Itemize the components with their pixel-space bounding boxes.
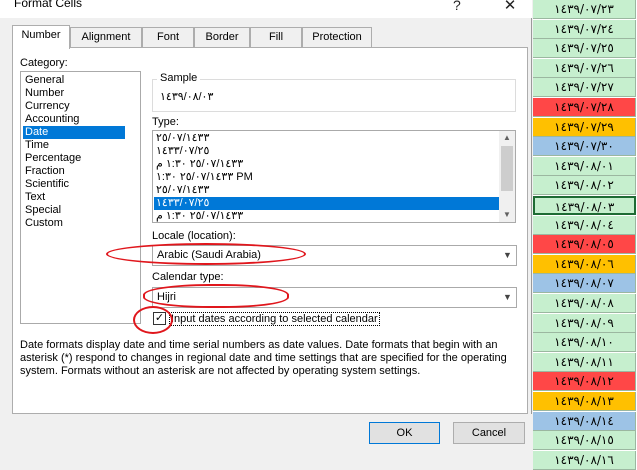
scroll-down-icon[interactable]: ▼ bbox=[499, 208, 515, 222]
category-list[interactable]: General Number Currency Accounting Date Time P… bbox=[20, 71, 141, 324]
scroll-up-icon[interactable]: ▲ bbox=[499, 131, 515, 145]
sheet-cell[interactable]: ١٤٣٩/٠٨/١٦ bbox=[533, 450, 636, 470]
dialog-title: Format Cells bbox=[14, 0, 83, 10]
tab-protection[interactable]: Protection bbox=[302, 27, 372, 48]
help-button[interactable]: ? bbox=[453, 0, 461, 13]
sheet-cell[interactable]: ١٤٣٩/٠٧/٢٦ bbox=[533, 58, 636, 78]
sheet-cell[interactable]: ١٤٣٩/٠٨/٠٧ bbox=[533, 274, 636, 294]
tab-border[interactable]: Border bbox=[194, 27, 250, 48]
sheet-cell[interactable]: ١٤٣٩/٠٧/٢٧ bbox=[533, 78, 636, 98]
category-item[interactable]: Percentage bbox=[23, 152, 125, 165]
locale-value: Arabic (Saudi Arabia) bbox=[157, 249, 261, 261]
sheet-cell[interactable]: ١٤٣٩/٠٨/٠٢ bbox=[533, 176, 636, 196]
calendar-type-select[interactable]: Hijri ▼ bbox=[152, 287, 517, 308]
type-scrollbar[interactable]: ▲ ▼ bbox=[499, 131, 515, 222]
title-bar: Format Cells ? ✕ bbox=[0, 0, 532, 18]
sheet-cell[interactable]: ١٤٣٩/٠٨/١٤ bbox=[533, 411, 636, 431]
sheet-cell[interactable]: ١٤٣٩/٠٨/٠٥ bbox=[533, 235, 636, 255]
category-label: Category: bbox=[20, 57, 68, 69]
ok-button[interactable]: OK bbox=[369, 422, 440, 444]
calendar-type-label: Calendar type: bbox=[152, 271, 224, 283]
tab-alignment[interactable]: Alignment bbox=[70, 27, 142, 48]
category-item[interactable]: General bbox=[23, 74, 125, 87]
category-item[interactable]: Special bbox=[23, 204, 125, 217]
tab-font[interactable]: Font bbox=[142, 27, 194, 48]
sheet-cell[interactable]: ١٤٣٩/٠٨/٠٦ bbox=[533, 254, 636, 274]
category-item[interactable]: Accounting bbox=[23, 113, 125, 126]
category-item[interactable]: Custom bbox=[23, 217, 125, 230]
sheet-cell[interactable]: ١٤٣٩/٠٨/١٠ bbox=[533, 333, 636, 353]
sheet-cell[interactable]: ١٤٣٩/٠٨/٠٨ bbox=[533, 294, 636, 313]
sheet-cell[interactable]: ١٤٣٩/٠٨/١١ bbox=[533, 352, 636, 372]
sheet-cell[interactable]: ١٤٣٩/٠٨/١٣ bbox=[533, 392, 636, 411]
sheet-cell[interactable]: ١٤٣٩/٠٨/٠١ bbox=[533, 156, 636, 176]
locale-select[interactable]: Arabic (Saudi Arabia) ▼ bbox=[152, 245, 517, 266]
input-dates-label[interactable]: Input dates according to selected calend… bbox=[169, 312, 380, 326]
format-description: Date formats display date and time seria… bbox=[20, 339, 507, 377]
chevron-down-icon[interactable]: ▼ bbox=[498, 288, 516, 307]
calendar-type-value: Hijri bbox=[157, 291, 176, 303]
sheet-cell[interactable]: ١٤٣٩/٠٨/٠٣ bbox=[533, 196, 636, 215]
scroll-thumb[interactable] bbox=[501, 146, 513, 191]
category-item[interactable]: Time bbox=[23, 139, 125, 152]
sheet-cell[interactable]: ١٤٣٩/٠٧/٢٤ bbox=[533, 19, 636, 39]
category-item[interactable]: Text bbox=[23, 191, 125, 204]
tab-fill[interactable]: Fill bbox=[250, 27, 302, 48]
type-item[interactable]: ١٤٣٣/٠٧/٢٥ bbox=[154, 197, 499, 210]
close-button[interactable]: ✕ bbox=[490, 0, 530, 16]
sheet-cell[interactable]: ١٤٣٩/٠٧/٢٩ bbox=[533, 117, 636, 137]
sample-value: ١٤٣٩/٠٨/٠٣ bbox=[160, 91, 214, 103]
category-item[interactable]: Number bbox=[23, 87, 125, 100]
type-item[interactable]: ١٤٣٣/٠٧/٢٥ bbox=[154, 145, 499, 158]
sheet-cell[interactable]: ١٤٣٩/٠٧/٢٨ bbox=[533, 98, 636, 117]
type-list[interactable]: ٢٥/٠٧/١٤٣٣ ١٤٣٣/٠٧/٢٥ ٢٥/٠٧/١٤٣٣ ١:٣٠ م ٢٥/… bbox=[152, 130, 516, 223]
sheet-cell[interactable]: ١٤٣٩/٠٧/٢٣ bbox=[533, 0, 636, 19]
sheet-cell[interactable]: ١٤٣٩/٠٧/٢٥ bbox=[533, 39, 636, 59]
spreadsheet-column: ١٤٣٩/٠٧/٢٣ ١٤٣٩/٠٧/٢٤ ١٤٣٩/٠٧/٢٥ ١٤٣٩/٠٧/٢٦… bbox=[533, 0, 637, 470]
sheet-cell[interactable]: ١٤٣٩/٠٨/١٥ bbox=[533, 431, 636, 451]
locale-label: Locale (location): bbox=[152, 230, 236, 242]
sheet-cell[interactable]: ١٤٣٩/٠٨/٠٤ bbox=[533, 215, 636, 235]
sheet-cell[interactable]: ١٤٣٩/٠٨/١٢ bbox=[533, 372, 636, 392]
sample-label: Sample bbox=[157, 72, 201, 84]
type-item[interactable]: ٢٥/٠٧/١٤٣٣ bbox=[154, 184, 499, 197]
cancel-button[interactable]: Cancel bbox=[453, 422, 525, 444]
category-item[interactable]: Currency bbox=[23, 100, 125, 113]
format-cells-dialog: Format Cells ? ✕ Number Alignment Font B… bbox=[0, 0, 532, 470]
category-item[interactable]: Fraction bbox=[23, 165, 125, 178]
chevron-down-icon[interactable]: ▼ bbox=[498, 246, 516, 265]
type-label: Type: bbox=[152, 116, 179, 128]
sheet-cell[interactable]: ١٤٣٩/٠٧/٣٠ bbox=[533, 137, 636, 157]
input-dates-checkbox[interactable]: ✓ bbox=[153, 312, 166, 325]
type-item[interactable]: ٢٥/٠٧/١٤٣٣ ١:٣٠ م bbox=[154, 158, 499, 171]
type-item[interactable]: ٢٥/٠٧/١٤٣٣ bbox=[154, 132, 499, 145]
category-item[interactable]: Date bbox=[23, 126, 125, 139]
type-item[interactable]: ٢٥/٠٧/١٤٣٣ ١:٣٠ م bbox=[154, 210, 499, 222]
tab-number[interactable]: Number bbox=[12, 25, 70, 49]
sheet-cell[interactable]: ١٤٣٩/٠٨/٠٩ bbox=[533, 313, 636, 333]
category-item[interactable]: Scientific bbox=[23, 178, 125, 191]
type-item[interactable]: ٢٥/٠٧/١٤٣٣ ١:٣٠ PM bbox=[154, 171, 499, 184]
